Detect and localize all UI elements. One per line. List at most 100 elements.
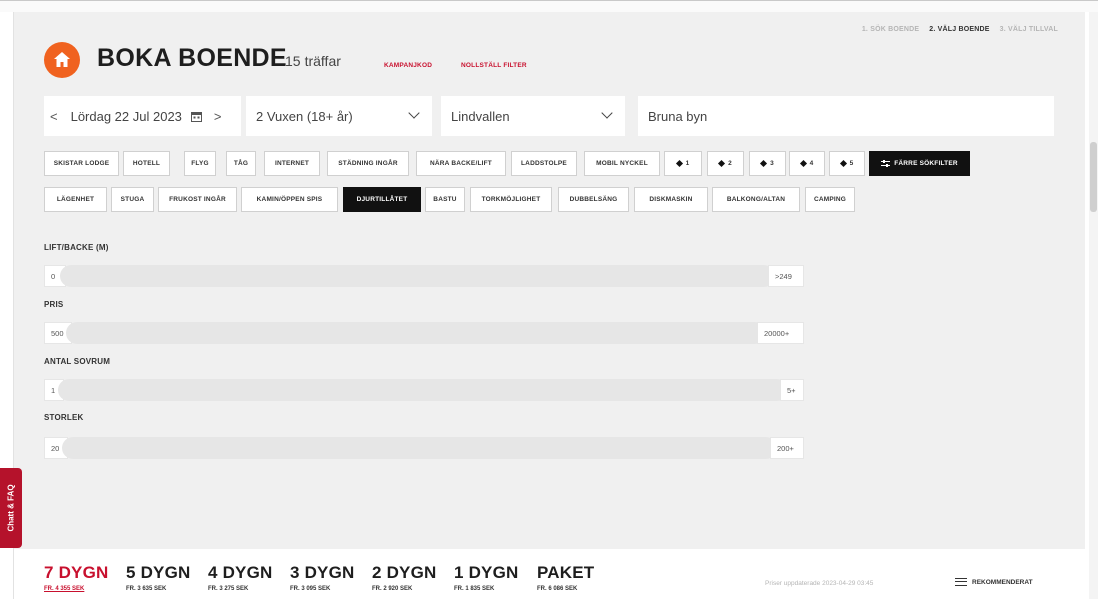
reset-filter-link[interactable]: NOLLSTÄLL FILTER [461, 62, 527, 69]
duration-price: FR. 2 920 SEK [372, 586, 413, 592]
filter-rating-5[interactable]: 5 [829, 151, 865, 176]
area-value: Lindvallen [451, 108, 510, 124]
diamond-icon [718, 159, 726, 168]
hit-count-label: träffar [304, 53, 341, 69]
guests-select[interactable]: 2 Vuxen (18+ år) [246, 96, 432, 136]
duration-label: 4 DYGN [208, 563, 273, 582]
filter-torkmojlighet[interactable]: TORKMÖJLIGHET [470, 187, 552, 212]
rating-2-label: 2 [728, 160, 732, 167]
slider-label-bedrooms: ANTAL SOVRUM [44, 357, 111, 366]
hit-count-number: 15 [285, 53, 301, 69]
filter-camping[interactable]: CAMPING [805, 187, 855, 212]
duration-tab-2[interactable]: 2 DYGN FR. 2 920 SEK [372, 563, 437, 592]
home-glyph [54, 52, 70, 67]
duration-price: FR. 3 275 SEK [208, 586, 249, 592]
slider-label-price: PRIS [44, 300, 64, 309]
filter-flyg[interactable]: FLYG [184, 151, 216, 176]
rating-3-label: 3 [770, 160, 774, 167]
filter-laddstolpe[interactable]: LADDSTOLPE [511, 151, 577, 176]
diamond-icon [799, 159, 807, 168]
duration-tab-7[interactable]: 7 DYGN FR. 4 355 SEK [44, 563, 109, 592]
filter-djurtillatet[interactable]: DJURTILLÅTET [343, 187, 421, 212]
page-title: BOKA BOENDE [97, 44, 287, 72]
filter-stuga[interactable]: STUGA [111, 187, 154, 212]
rating-5-label: 5 [849, 160, 854, 167]
duration-label: 1 DYGN [454, 563, 519, 582]
duration-label: 5 DYGN [126, 563, 191, 582]
duration-tab-5[interactable]: 5 DYGN FR. 3 635 SEK [126, 563, 191, 592]
slider-label-distance: LIFT/BACKE (M) [44, 243, 109, 252]
filter-lagenhet[interactable]: LÄGENHET [44, 187, 107, 212]
fewer-filters-label: FÄRRE SÖKFILTER [894, 160, 958, 167]
sort-lines-icon [955, 578, 967, 586]
filter-diskmaskin[interactable]: DISKMASKIN [634, 187, 708, 212]
filter-rating-2[interactable]: 2 [707, 151, 744, 176]
duration-label: 3 DYGN [290, 563, 355, 582]
rating-1-label: 1 [685, 160, 690, 167]
location-select[interactable]: Bruna byn [638, 96, 1054, 136]
hit-count: 15 träffar [285, 53, 341, 69]
prev-date-button[interactable]: < [50, 109, 58, 124]
rating-4-label: 4 [809, 160, 814, 167]
location-value: Bruna byn [648, 108, 708, 124]
distance-max-value[interactable]: >249 [768, 265, 804, 287]
size-slider-track[interactable] [62, 437, 777, 459]
sort-label: REKOMMENDERAT [972, 578, 1033, 586]
duration-label: PAKET [537, 563, 595, 582]
diamond-icon [760, 159, 768, 168]
filter-balkong[interactable]: BALKONG/ALTAN [712, 187, 800, 212]
date-field: < Lördag 22 Jul 2023 > [44, 96, 241, 136]
scroll-thumb[interactable] [1090, 142, 1097, 212]
page-scrollbar[interactable] [1089, 12, 1098, 599]
duration-label: 2 DYGN [372, 563, 437, 582]
duration-tab-3[interactable]: 3 DYGN FR. 3 095 SEK [290, 563, 355, 592]
filter-tag[interactable]: TÅG [226, 151, 256, 176]
bedrooms-slider-track[interactable] [58, 379, 788, 401]
chat-faq-tab[interactable]: Chatt & FAQ [0, 468, 22, 548]
filter-rating-3[interactable]: 3 [749, 151, 786, 176]
duration-tab-1[interactable]: 1 DYGN FR. 1 835 SEK [454, 563, 519, 592]
guests-value: 2 Vuxen (18+ år) [256, 108, 353, 124]
filter-skistar-lodge[interactable]: SKISTAR LODGE [44, 151, 119, 176]
filter-bastu[interactable]: BASTU [425, 187, 465, 212]
filter-stadning[interactable]: STÄDNING INGÅR [327, 151, 409, 176]
chat-faq-label: Chatt & FAQ [6, 484, 16, 532]
calendar-icon[interactable] [190, 111, 202, 122]
sort-button[interactable]: REKOMMENDERAT [955, 578, 1033, 586]
duration-tab-4[interactable]: 4 DYGN FR. 3 275 SEK [208, 563, 273, 592]
bedrooms-max-value[interactable]: 5+ [780, 379, 804, 401]
filter-rating-1[interactable]: 1 [664, 151, 702, 176]
distance-slider-track[interactable] [60, 265, 775, 287]
campaign-code-link[interactable]: KAMPANJKOD [384, 62, 432, 69]
step-select: 2. VÄLJ BOENDE [929, 26, 990, 33]
size-max-value[interactable]: 200+ [770, 437, 804, 459]
price-max-value[interactable]: 20000+ [757, 322, 804, 344]
filter-mobil-nyckel[interactable]: MOBIL NYCKEL [584, 151, 660, 176]
home-icon[interactable] [44, 42, 80, 78]
chevron-down-icon [408, 107, 420, 119]
sliders-icon [881, 160, 891, 167]
filter-hotell[interactable]: HOTELL [123, 151, 170, 176]
diamond-icon [839, 159, 847, 168]
area-select[interactable]: Lindvallen [441, 96, 625, 136]
duration-price: FR. 1 835 SEK [454, 586, 495, 592]
filter-rating-4[interactable]: 4 [789, 151, 825, 176]
chevron-down-icon [601, 107, 613, 119]
step-search[interactable]: 1. SÖK BOENDE [862, 26, 919, 33]
filter-nara-backe[interactable]: NÄRA BACKE/LIFT [416, 151, 506, 176]
next-date-button[interactable]: > [214, 109, 222, 124]
diamond-icon [675, 159, 683, 168]
filter-frukost[interactable]: FRUKOST INGÅR [158, 187, 237, 212]
date-value[interactable]: Lördag 22 Jul 2023 [71, 109, 182, 124]
filter-dubbelsang[interactable]: DUBBELSÄNG [558, 187, 629, 212]
filter-internet[interactable]: INTERNET [264, 151, 320, 176]
filter-kamin[interactable]: KAMIN/ÖPPEN SPIS [241, 187, 338, 212]
duration-price: FR. 4 355 SEK [44, 586, 85, 592]
duration-tab-package[interactable]: PAKET FR. 6 086 SEK [537, 563, 594, 592]
step-extras: 3. VÄLJ TILLVAL [999, 26, 1058, 33]
duration-price: FR. 6 086 SEK [537, 586, 578, 592]
duration-label: 7 DYGN [44, 563, 109, 582]
slider-label-size: STORLEK [44, 413, 84, 422]
price-slider-track[interactable] [66, 322, 766, 344]
fewer-filters-button[interactable]: FÄRRE SÖKFILTER [869, 151, 970, 176]
